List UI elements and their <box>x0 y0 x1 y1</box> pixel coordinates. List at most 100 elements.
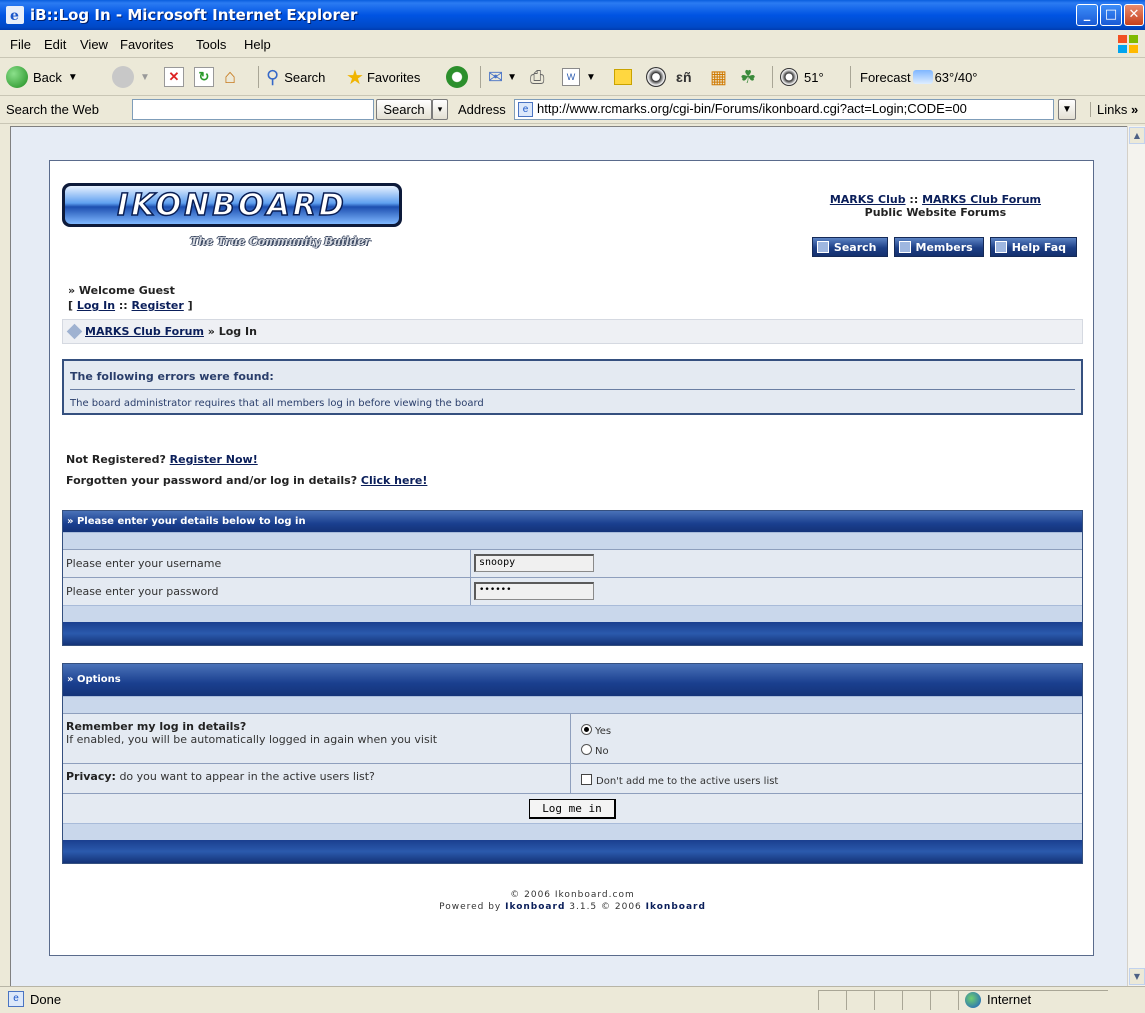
radio-no[interactable] <box>581 744 592 755</box>
refresh-button[interactable]: ↻ <box>194 66 214 88</box>
username-input[interactable]: snoopy <box>474 554 594 572</box>
scroll-up-button[interactable]: ▲ <box>1129 127 1145 144</box>
ikonboard-link-2[interactable]: Ikonboard <box>646 902 706 912</box>
nav-search-button[interactable]: Search <box>811 237 888 257</box>
minimize-button[interactable]: _ <box>1076 4 1098 26</box>
menu-view[interactable]: View <box>80 37 108 52</box>
forward-button[interactable]: ▼ <box>112 66 150 88</box>
home-button[interactable]: ⌂ <box>224 66 236 88</box>
menu-file[interactable]: File <box>10 37 31 52</box>
favorites-button[interactable]: ★ Favorites <box>346 66 420 89</box>
links-button[interactable]: Links » <box>1090 102 1138 117</box>
globe-icon <box>965 992 981 1008</box>
breadcrumb-icon <box>66 323 83 340</box>
status-text: Done <box>30 992 62 1007</box>
breadcrumb-forum-link[interactable]: MARKS Club Forum <box>85 325 204 338</box>
window-title: iB::Log In - Microsoft Internet Explorer <box>30 6 358 24</box>
privacy-option[interactable]: Don't add me to the active users list <box>571 764 781 793</box>
ikonboard-link[interactable]: Ikonboard <box>505 902 565 912</box>
toolbar-separator <box>772 66 773 88</box>
stop-icon: ✕ <box>164 67 184 87</box>
weather-temperature: 51° <box>804 69 824 85</box>
weather-widget[interactable]: 51° <box>780 66 824 88</box>
status-segment <box>874 990 902 1010</box>
chevron-down-icon: ▾ <box>437 104 443 114</box>
remember-row: Remember my log in details? If enabled, … <box>63 713 1082 763</box>
password-input[interactable]: •••••• <box>474 582 594 600</box>
panel-footer <box>63 622 1082 645</box>
register-link[interactable]: Register <box>132 299 184 312</box>
options-panel: » Options Remember my log in details? If… <box>62 663 1083 864</box>
back-button[interactable]: Back ▼ <box>6 66 78 88</box>
menu-bar: File Edit View Favorites Tools Help <box>0 30 1145 58</box>
mail-icon: ✉ <box>488 66 504 87</box>
login-panel: » Please enter your details below to log… <box>62 510 1083 646</box>
privacy-checkbox[interactable] <box>581 774 592 785</box>
forecast-widget[interactable]: Forecast 63°/40° <box>860 66 978 88</box>
chevron-down-icon: ▼ <box>586 71 596 83</box>
search-button[interactable]: ⚲ Search <box>266 66 325 88</box>
address-input[interactable]: e http://www.rcmarks.org/cgi-bin/Forums/… <box>514 99 1054 120</box>
vertical-scrollbar[interactable]: ▲ ▼ <box>1127 126 1145 986</box>
toolbar: Back ▼ ▼ ✕ ↻ ⌂ ⚲ Search ★ Favorites ✉ ▼ … <box>0 58 1145 96</box>
back-label: Back <box>33 69 62 85</box>
menu-help[interactable]: Help <box>244 37 271 52</box>
research-button[interactable]: ɛñ <box>676 66 692 88</box>
members-icon <box>898 241 911 253</box>
close-button[interactable]: ✕ <box>1124 4 1144 26</box>
print-button[interactable]: ⎙ <box>530 66 544 88</box>
browser-window: e iB::Log In - Microsoft Internet Explor… <box>0 0 1145 1013</box>
search-icon <box>816 241 829 253</box>
zone-text: Internet <box>987 992 1032 1007</box>
search-dropdown-button[interactable]: ▾ <box>432 99 448 120</box>
people-button[interactable]: ☘ <box>740 66 756 88</box>
version-text: 3.1.5 © 2006 <box>565 902 646 912</box>
welcome-greeting: » Welcome Guest <box>68 284 175 297</box>
menu-favorites[interactable]: Favorites <box>120 37 173 52</box>
login-link[interactable]: Log In <box>77 299 115 312</box>
people-icon: ☘ <box>740 66 757 87</box>
privacy-checkbox-label: Don't add me to the active users list <box>596 776 779 787</box>
error-message: The board administrator requires that al… <box>70 398 484 409</box>
address-dropdown-button[interactable]: ▼ <box>1058 99 1076 120</box>
panel-spacer <box>63 823 1082 840</box>
search-web-input[interactable] <box>132 99 374 120</box>
address-toolbar: Search the Web Search ▾ Address e http:/… <box>0 96 1145 124</box>
toolbar-separator <box>480 66 481 88</box>
nav-help-button[interactable]: Help Faq <box>989 237 1077 257</box>
click-here-link[interactable]: Click here! <box>361 474 427 487</box>
maximize-button[interactable]: □ <box>1100 4 1122 26</box>
menu-tools[interactable]: Tools <box>196 37 226 52</box>
header-nav: Search Members Help Faq <box>811 237 1077 257</box>
submit-row: Log me in <box>63 793 1082 823</box>
search-web-button-label: Search <box>383 102 425 117</box>
welcome-close-bracket: ] <box>183 299 193 312</box>
username-label: Please enter your username <box>63 550 471 577</box>
radio-yes-label: Yes <box>595 726 612 737</box>
messenger-button[interactable] <box>646 66 666 88</box>
radio-yes[interactable] <box>581 724 592 735</box>
edit-button[interactable]: W ▼ <box>562 66 596 88</box>
log-me-in-button[interactable]: Log me in <box>529 798 616 819</box>
nav-members-button[interactable]: Members <box>893 237 984 257</box>
weather-globe-icon <box>780 68 798 86</box>
menu-edit[interactable]: Edit <box>44 37 66 52</box>
remember-yes-option[interactable]: Yes <box>581 722 611 742</box>
mediabar-button[interactable]: ▦ <box>710 66 727 88</box>
stop-button[interactable]: ✕ <box>164 66 184 88</box>
site-link[interactable]: MARKS Club <box>830 193 906 206</box>
panel-spacer <box>63 696 1082 713</box>
search-web-button[interactable]: Search <box>376 99 432 120</box>
discuss-button[interactable] <box>614 66 632 88</box>
scroll-down-button[interactable]: ▼ <box>1129 968 1145 985</box>
mail-button[interactable]: ✉ ▼ <box>488 66 517 88</box>
register-now-link[interactable]: Register Now! <box>170 453 258 466</box>
remember-no-option[interactable]: No <box>581 742 611 762</box>
status-segment <box>930 990 958 1010</box>
history-button[interactable] <box>446 66 468 88</box>
forum-link[interactable]: MARKS Club Forum <box>922 193 1041 206</box>
media-icon: ▦ <box>710 66 728 87</box>
back-arrow-icon <box>6 66 28 88</box>
forgotten-text: Forgotten your password and/or log in de… <box>66 474 361 487</box>
chevron-down-icon: ▼ <box>140 71 150 83</box>
